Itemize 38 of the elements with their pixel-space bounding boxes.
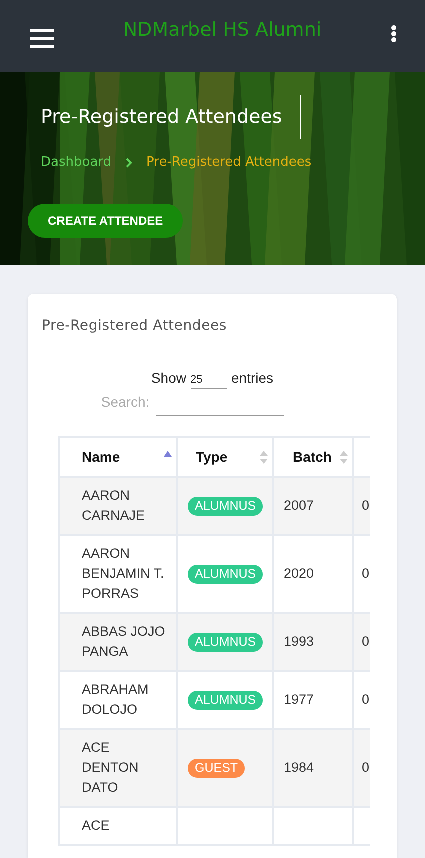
- type-badge: GUEST: [188, 759, 246, 778]
- show-label: Show: [151, 370, 186, 386]
- type-badge: ALUMNUS: [188, 565, 264, 584]
- search-label: Search:: [101, 394, 150, 410]
- sort-up-icon[interactable]: [164, 449, 172, 459]
- menu-icon[interactable]: [30, 29, 54, 48]
- column-header[interactable]: Name: [82, 449, 120, 465]
- table-cell: 2020: [284, 566, 314, 581]
- table-cell: 1984: [284, 760, 314, 775]
- type-badge: ALUMNUS: [188, 691, 264, 710]
- app-title: NDMarbel HS Alumni: [122, 18, 323, 40]
- column-header[interactable]: Type: [196, 449, 228, 465]
- table-cell: AARON CARNAJE: [82, 488, 146, 523]
- table-cell: ACE: [82, 818, 110, 833]
- table-cell: ACE DENTON DATO: [82, 740, 139, 795]
- table-cell: 0: [362, 566, 370, 581]
- breadcrumb-item[interactable]: Dashboard: [41, 155, 112, 170]
- page-size-select[interactable]: 25: [190, 374, 226, 389]
- entries-label: entries: [232, 370, 274, 386]
- table-cell: 0: [362, 634, 370, 649]
- table-cell: 0: [362, 760, 370, 775]
- type-badge: ALUMNUS: [188, 497, 264, 516]
- column-header[interactable]: Batch: [293, 449, 332, 465]
- table-cell: ABBAS JOJO PANGA: [82, 624, 166, 659]
- breadcrumb-item: Pre-Registered Attendees: [146, 155, 312, 170]
- more-icon[interactable]: [391, 25, 397, 43]
- table-cell: AARON BENJAMIN T. PORRAS: [82, 546, 164, 601]
- table-cell: 0: [362, 692, 370, 707]
- table-cell: 1977: [284, 692, 314, 707]
- create-attendee-button[interactable]: CREATE ATTENDEE: [28, 204, 184, 238]
- type-badge: ALUMNUS: [188, 633, 264, 652]
- chevron-icon: [126, 158, 133, 168]
- card-title: Pre-Registered Attendees: [42, 318, 228, 334]
- page-title: Pre-Registered Attendees: [41, 105, 282, 129]
- table-cell: 1993: [284, 634, 314, 649]
- table-cell: 2007: [284, 498, 314, 513]
- table-cell: ABRAHAM DOLOJO: [82, 682, 149, 717]
- table-cell: 0: [362, 498, 370, 513]
